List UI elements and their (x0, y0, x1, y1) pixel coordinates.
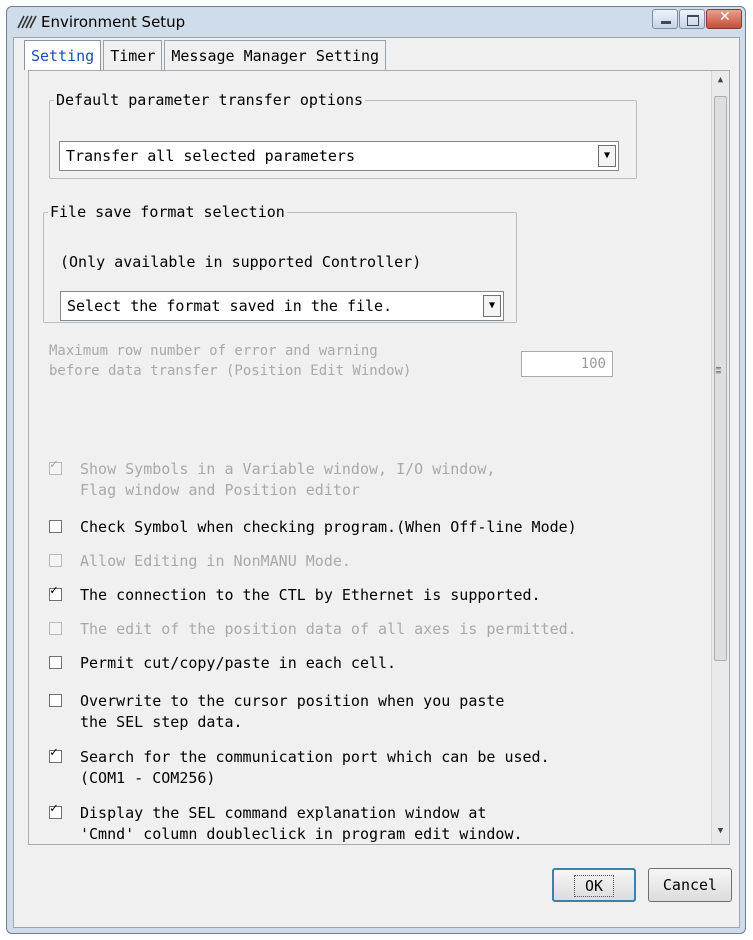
tab-setting[interactable]: Setting (24, 40, 102, 70)
settings-panel: Default parameter transfer options Trans… (28, 70, 730, 845)
option-row: Allow Editing in NonMANU Mode. (49, 551, 351, 572)
maximize-button[interactable] (679, 9, 705, 29)
environment-setup-window: Environment Setup ✕ Setting Timer Messag… (6, 6, 746, 934)
ok-label: OK (573, 875, 615, 897)
option-row[interactable]: ✓ Display the SEL command explanation win… (49, 801, 523, 845)
option-checkbox[interactable]: ✓ (49, 583, 62, 601)
file-format-legend: File save format selection (50, 203, 285, 221)
maximize-icon (687, 15, 699, 26)
transfer-options-group: Default parameter transfer options Trans… (49, 91, 637, 179)
file-format-group: File save format selection (Only availab… (43, 203, 517, 323)
option-checkbox[interactable]: ✓ (49, 801, 62, 819)
option-row[interactable]: Permit cut/copy/paste in each cell. (49, 653, 396, 674)
window-title: Environment Setup (41, 13, 186, 31)
scroll-up-icon[interactable]: ▲ (712, 75, 729, 91)
transfer-options-value: Transfer all selected parameters (66, 147, 355, 165)
tab-message-manager-setting[interactable]: Message Manager Setting (164, 40, 387, 70)
checkmark-icon: ✓ (50, 457, 58, 472)
option-row[interactable]: Check Symbol when checking program.(When… (49, 517, 577, 538)
file-format-note: (Only available in supported Controller) (60, 253, 422, 271)
max-row-input[interactable]: 100 (521, 351, 613, 377)
app-logo-icon (17, 15, 37, 29)
max-row-label-line2: before data transfer (Position Edit Wind… (49, 363, 412, 379)
option-row[interactable]: ✓ Search for the communication port which… (49, 745, 550, 789)
option-checkbox (49, 554, 62, 567)
tab-timer[interactable]: Timer (103, 40, 163, 70)
option-row: ✓ Show Symbols in a Variable window, I/O … (49, 457, 496, 501)
title-bar[interactable]: Environment Setup ✕ (7, 7, 745, 37)
checkmark-icon: ✓ (50, 745, 58, 760)
checkmark-icon: ✓ (50, 801, 58, 816)
file-format-value: Select the format saved in the file. (67, 297, 393, 315)
option-row[interactable]: Overwrite to the cursor position when yo… (49, 691, 504, 733)
option-checkbox[interactable] (49, 694, 62, 707)
chevron-down-icon[interactable]: ▼ (598, 145, 616, 167)
option-checkbox[interactable] (49, 520, 62, 533)
close-button[interactable]: ✕ (706, 9, 742, 29)
cancel-button[interactable]: Cancel (648, 868, 732, 902)
transfer-options-select[interactable]: Transfer all selected parameters ▼ (59, 141, 619, 171)
tab-strip: Setting Timer Message Manager Setting (24, 40, 388, 72)
minimize-icon (661, 21, 671, 24)
max-row-label: Maximum row number of error and warning … (49, 341, 411, 381)
dialog-body: Setting Timer Message Manager Setting De… (13, 37, 740, 928)
transfer-options-legend: Default parameter transfer options (56, 91, 364, 109)
scroll-down-icon[interactable]: ▼ (712, 826, 729, 842)
scroll-thumb[interactable]: ═ ═ (714, 96, 727, 661)
option-label: Search for the communication port which … (80, 748, 550, 787)
vertical-scrollbar[interactable]: ▲ ═ ═ ▼ (711, 71, 729, 844)
option-checkbox[interactable] (49, 656, 62, 669)
option-checkbox (49, 622, 62, 635)
max-row-label-line1: Maximum row number of error and warning (49, 343, 378, 359)
option-row[interactable]: ✓ The connection to the CTL by Ethernet i… (49, 583, 541, 606)
file-format-select[interactable]: Select the format saved in the file. ▼ (60, 291, 504, 321)
grip-icon: ═ ═ (716, 364, 721, 377)
option-label: Overwrite to the cursor position when yo… (80, 692, 505, 731)
option-checkbox: ✓ (49, 457, 62, 475)
checkmark-icon: ✓ (50, 583, 58, 598)
chevron-down-icon[interactable]: ▼ (483, 295, 501, 317)
option-label: Check Symbol when checking program.(When… (80, 518, 577, 536)
option-label: The connection to the CTL by Ethernet is… (80, 586, 541, 604)
close-icon: ✕ (719, 9, 731, 25)
option-label: Display the SEL command explanation wind… (80, 804, 523, 843)
ok-button[interactable]: OK (552, 868, 636, 902)
option-label: Permit cut/copy/paste in each cell. (80, 654, 397, 672)
option-row: The edit of the position data of all axe… (49, 619, 577, 640)
option-checkbox[interactable]: ✓ (49, 745, 62, 763)
minimize-button[interactable] (652, 9, 678, 29)
option-label: Show Symbols in a Variable window, I/O w… (80, 460, 496, 499)
option-label: The edit of the position data of all axe… (80, 620, 577, 638)
option-label: Allow Editing in NonMANU Mode. (80, 552, 351, 570)
